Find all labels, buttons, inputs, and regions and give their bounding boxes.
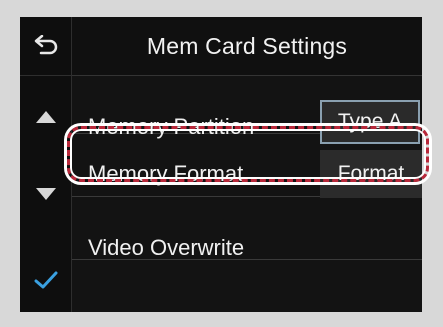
scroll-up-button[interactable]	[20, 92, 71, 142]
row-label: Video Overwrite	[88, 235, 245, 260]
row-label: Memory Format	[88, 161, 244, 186]
menu-row-video-overwrite[interactable]: Video Overwrite	[72, 197, 422, 260]
camera-screen: Mem Card Settings Memory Partition Type …	[20, 17, 422, 312]
title-bar: Mem Card Settings	[72, 17, 422, 76]
menu-row-memory-format[interactable]: Memory Format Format	[72, 133, 422, 198]
down-triangle-icon	[35, 188, 56, 200]
confirm-button[interactable]	[20, 255, 71, 305]
menu-row-memory-partition[interactable]: Memory Partition Type A	[72, 76, 422, 144]
up-triangle-icon	[35, 111, 56, 123]
checkmark-icon	[34, 271, 57, 289]
back-button[interactable]	[20, 17, 71, 76]
page-title: Mem Card Settings	[146, 32, 348, 59]
back-arrow-icon	[34, 35, 57, 55]
format-button[interactable]: Format	[320, 150, 422, 198]
nav-column	[20, 17, 72, 312]
scroll-down-button[interactable]	[20, 169, 71, 219]
